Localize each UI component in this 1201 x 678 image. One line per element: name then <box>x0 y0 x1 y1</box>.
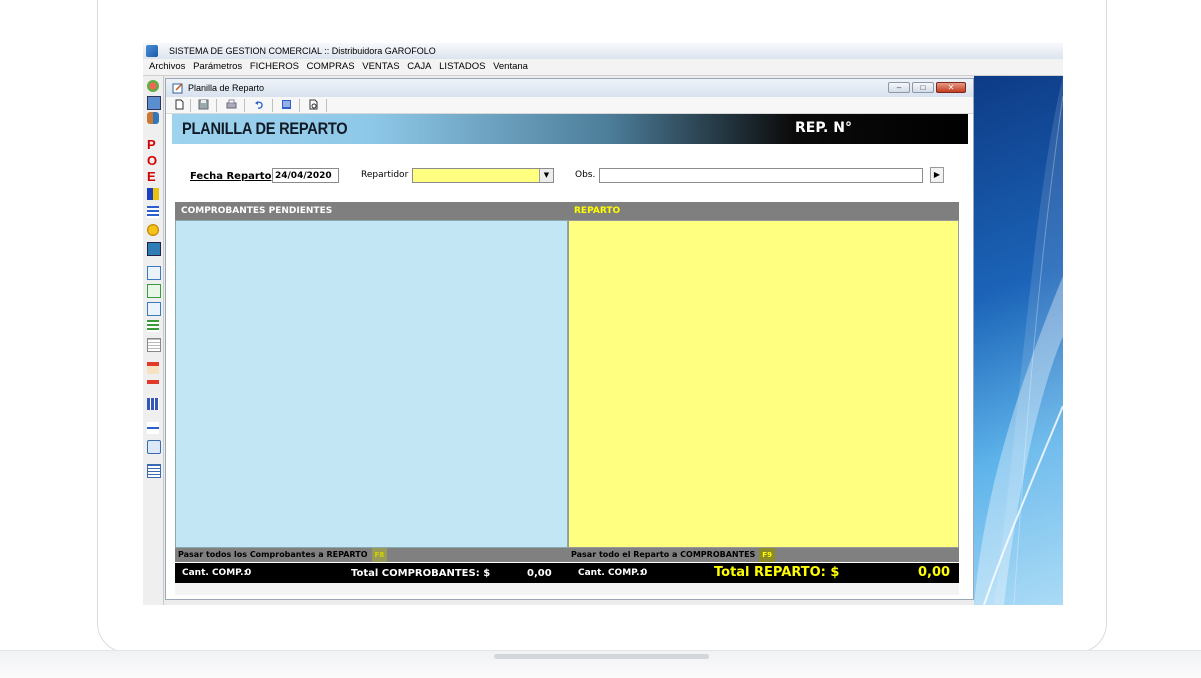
planilla-window: Planilla de Reparto – □ ✕ PLANILLA DE RE… <box>165 78 974 600</box>
doc-icon[interactable] <box>147 338 161 352</box>
obs-arrow-button[interactable]: ▶ <box>930 167 944 183</box>
pass-all-to-reparto-button[interactable]: Pasar todos los Comprobantes a REPARTO F8 <box>175 548 568 562</box>
menu-parametros[interactable]: Parámetros <box>193 59 242 75</box>
products-icon[interactable] <box>147 80 159 92</box>
pending-header: COMPROBANTES PENDIENTES <box>175 202 568 220</box>
preview-icon[interactable] <box>308 99 319 110</box>
pending-totals-bar: Cant. COMP.: 0 Total COMPROBANTES: $ 0,0… <box>175 563 568 583</box>
repartidor-select[interactable]: ▼ <box>412 168 554 183</box>
minimize-button[interactable]: – <box>888 82 910 93</box>
list-icon[interactable] <box>281 99 292 110</box>
obs-input[interactable] <box>599 168 923 183</box>
menu-compras[interactable]: COMPRAS <box>307 59 355 75</box>
app-titlebar: SISTEMA DE GESTION COMERCIAL :: Distribu… <box>143 43 1063 59</box>
pass-all-to-comprobantes-button[interactable]: Pasar todo el Reparto a COMPROBANTES F9 <box>568 548 959 562</box>
pending-count-value: 0 <box>245 568 252 578</box>
toolbar-separator <box>244 99 245 112</box>
menu-listados[interactable]: LISTADOS <box>439 59 485 75</box>
list-icon[interactable] <box>147 206 159 218</box>
toolbar-separator <box>299 99 300 112</box>
grid-icon[interactable] <box>147 398 159 410</box>
chart-icon[interactable] <box>147 242 161 256</box>
toolbar-separator <box>216 99 217 112</box>
calendar2-icon[interactable] <box>147 380 159 392</box>
o-icon[interactable]: O <box>147 154 159 168</box>
pending-count-label: Cant. COMP.: <box>182 568 248 578</box>
coins-icon[interactable] <box>147 224 159 236</box>
reparto-header: REPARTO <box>568 202 959 220</box>
menu-caja[interactable]: CAJA <box>407 59 431 75</box>
bottom-strip <box>175 583 959 595</box>
form-row: Fecha Reparto 24/04/2020 Repartidor ▼ Ob… <box>166 149 973 189</box>
list2-icon[interactable] <box>147 320 159 332</box>
pending-list[interactable] <box>175 220 568 548</box>
print-icon[interactable] <box>226 99 237 110</box>
fecha-input[interactable]: 24/04/2020 <box>272 168 339 183</box>
menu-ventas[interactable]: VENTAS <box>362 59 399 75</box>
repartidor-label: Repartidor <box>361 170 409 180</box>
save-icon[interactable] <box>198 99 209 110</box>
chevron-down-icon[interactable]: ▼ <box>539 169 553 182</box>
users-icon[interactable] <box>147 112 159 124</box>
toolbar-separator <box>190 99 191 112</box>
reparto-count-label: Cant. COMP.: <box>578 568 644 578</box>
menu-ventana[interactable]: Ventana <box>493 59 528 75</box>
pending-total-value: 0,00 <box>527 568 552 579</box>
pass-all-to-comprobantes-label: Pasar todo el Reparto a COMPROBANTES <box>571 550 756 559</box>
obs-label: Obs. <box>575 170 596 180</box>
p-icon[interactable]: P <box>147 138 159 152</box>
menu-archivos[interactable]: Archivos <box>149 59 185 75</box>
f8-key-badge: F8 <box>371 548 388 562</box>
side-toolbar: P O E <box>143 76 164 605</box>
reparto-list[interactable] <box>568 220 959 548</box>
window-titlebar: Planilla de Reparto – □ ✕ <box>166 79 973 97</box>
close-button[interactable]: ✕ <box>936 82 966 93</box>
app-icon <box>146 45 158 57</box>
form3-icon[interactable] <box>147 302 161 316</box>
new-icon[interactable] <box>174 99 185 110</box>
window-icon[interactable] <box>147 440 161 454</box>
header-band: PLANILLA DE REPARTO REP. N° <box>172 114 968 144</box>
window-toolbar <box>166 97 973 114</box>
form2-icon[interactable] <box>147 284 161 298</box>
undo-icon[interactable] <box>254 99 265 110</box>
form-icon[interactable] <box>147 266 161 280</box>
maximize-button[interactable]: □ <box>912 82 934 93</box>
contacts-icon[interactable] <box>147 96 161 110</box>
reparto-totals-bar: Cant. COMP.: 0 Total REPARTO: $ 0,00 <box>568 563 959 583</box>
e-icon[interactable]: E <box>147 170 159 184</box>
edit-icon <box>172 83 183 94</box>
f9-key-badge: F9 <box>759 548 775 562</box>
toolbar-separator <box>326 99 327 112</box>
menubar: Archivos Parámetros FICHEROS COMPRAS VEN… <box>143 59 1063 76</box>
fecha-label: Fecha Reparto <box>190 171 272 182</box>
arrow-right-icon: ▶ <box>933 170 941 179</box>
reparto-count-value: 0 <box>641 568 648 578</box>
f-icon[interactable] <box>147 188 159 200</box>
menu-ficheros[interactable]: FICHEROS <box>250 59 299 75</box>
desktop-background <box>974 76 1063 605</box>
reparto-total-label: Total REPARTO: $ <box>714 565 840 580</box>
window-title: Planilla de Reparto <box>188 83 265 93</box>
laptop-notch <box>494 654 709 659</box>
screen: SISTEMA DE GESTION COMERCIAL :: Distribu… <box>143 43 1063 605</box>
minus-icon[interactable] <box>147 422 159 434</box>
reparto-total-value: 0,00 <box>918 565 951 580</box>
rep-number-label: REP. N° <box>795 120 852 136</box>
page-title: PLANILLA DE REPARTO <box>182 119 348 138</box>
calendar-icon[interactable] <box>147 362 159 374</box>
pass-all-to-reparto-label: Pasar todos los Comprobantes a REPARTO <box>178 550 368 559</box>
desktop-swoosh <box>974 76 1063 605</box>
app-title: SISTEMA DE GESTION COMERCIAL :: Distribu… <box>169 46 436 56</box>
pending-total-label: Total COMPROBANTES: $ <box>351 568 491 579</box>
report-icon[interactable] <box>147 464 161 478</box>
toolbar-separator <box>272 99 273 112</box>
